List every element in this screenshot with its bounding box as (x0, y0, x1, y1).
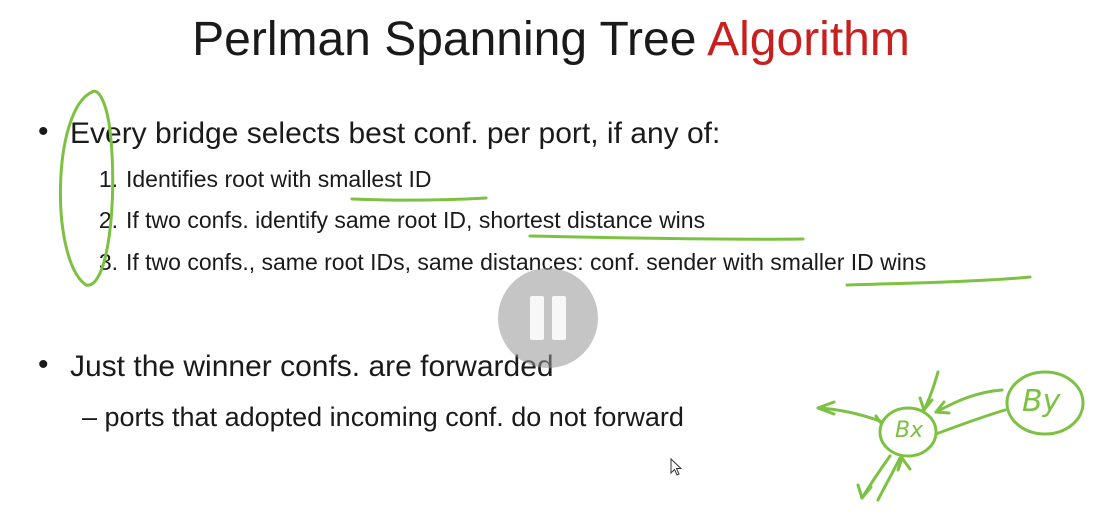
slide: Perlman Spanning Tree Algorithm • Every … (0, 0, 1102, 523)
arrow-down-left-head (856, 483, 873, 500)
arrow-down-right (876, 456, 902, 502)
title-main: Perlman Spanning Tree (192, 13, 708, 66)
arrow-up-right-head (896, 456, 912, 472)
bullet-dot: • (38, 115, 49, 148)
bridge-x-label: Bx (895, 418, 924, 443)
arrow-from-by (934, 388, 1004, 414)
underline-smallest-id (350, 196, 488, 202)
pause-button[interactable] (498, 268, 598, 368)
list-item-1: 1. Identifies root with smallest ID (99, 164, 432, 194)
sub-bullet-text: – ports that adopted incoming conf. do n… (82, 402, 684, 432)
list-item-text: If two confs. identify same root ID, (126, 207, 479, 233)
underline-smaller-id (845, 275, 1032, 287)
mouse-cursor-icon (670, 458, 683, 476)
arrow-left (816, 406, 882, 423)
list-number: 1. (98, 166, 118, 192)
bullet-2: • Just the winner confs. are forwarded (38, 348, 554, 385)
bullet-1: • Every bridge selects best conf. per po… (38, 115, 721, 152)
list-number: 2. (98, 207, 118, 233)
slide-title: Perlman Spanning Tree Algorithm (0, 10, 1102, 70)
list-item-text: Identifies root with (126, 166, 318, 192)
underline-shortest-distance (528, 234, 805, 241)
list-item-marked-text: smaller ID wins (770, 249, 927, 275)
bridge-y-label: By (1022, 384, 1061, 419)
bullet-1-text: Every bridge selects best conf. per port… (70, 117, 721, 150)
arrow-from-by-head (934, 400, 951, 415)
title-accent: Algorithm (707, 13, 910, 66)
list-item-2: 2. If two confs. identify same root ID, … (99, 205, 706, 235)
small-mark (874, 414, 882, 424)
bullet-2-text: Just the winner confs. are forwarded (70, 350, 554, 383)
list-item-text: If two confs., same root IDs, same dista… (126, 249, 771, 275)
pause-icon (530, 296, 544, 340)
arrow-left-head (816, 400, 836, 416)
list-number: 3. (98, 249, 118, 275)
pause-icon-bar (552, 296, 566, 340)
arrow-right (934, 408, 1007, 436)
arrow-down-top-head (918, 396, 934, 412)
bullet-dot: • (38, 348, 49, 381)
arrow-down-left (860, 454, 892, 500)
arrow-down-top (922, 370, 940, 412)
list-item-marked-text: shortest distance wins (478, 207, 706, 233)
sub-bullet: – ports that adopted incoming conf. do n… (82, 400, 684, 434)
list-item-marked-text: smallest ID (317, 166, 432, 192)
